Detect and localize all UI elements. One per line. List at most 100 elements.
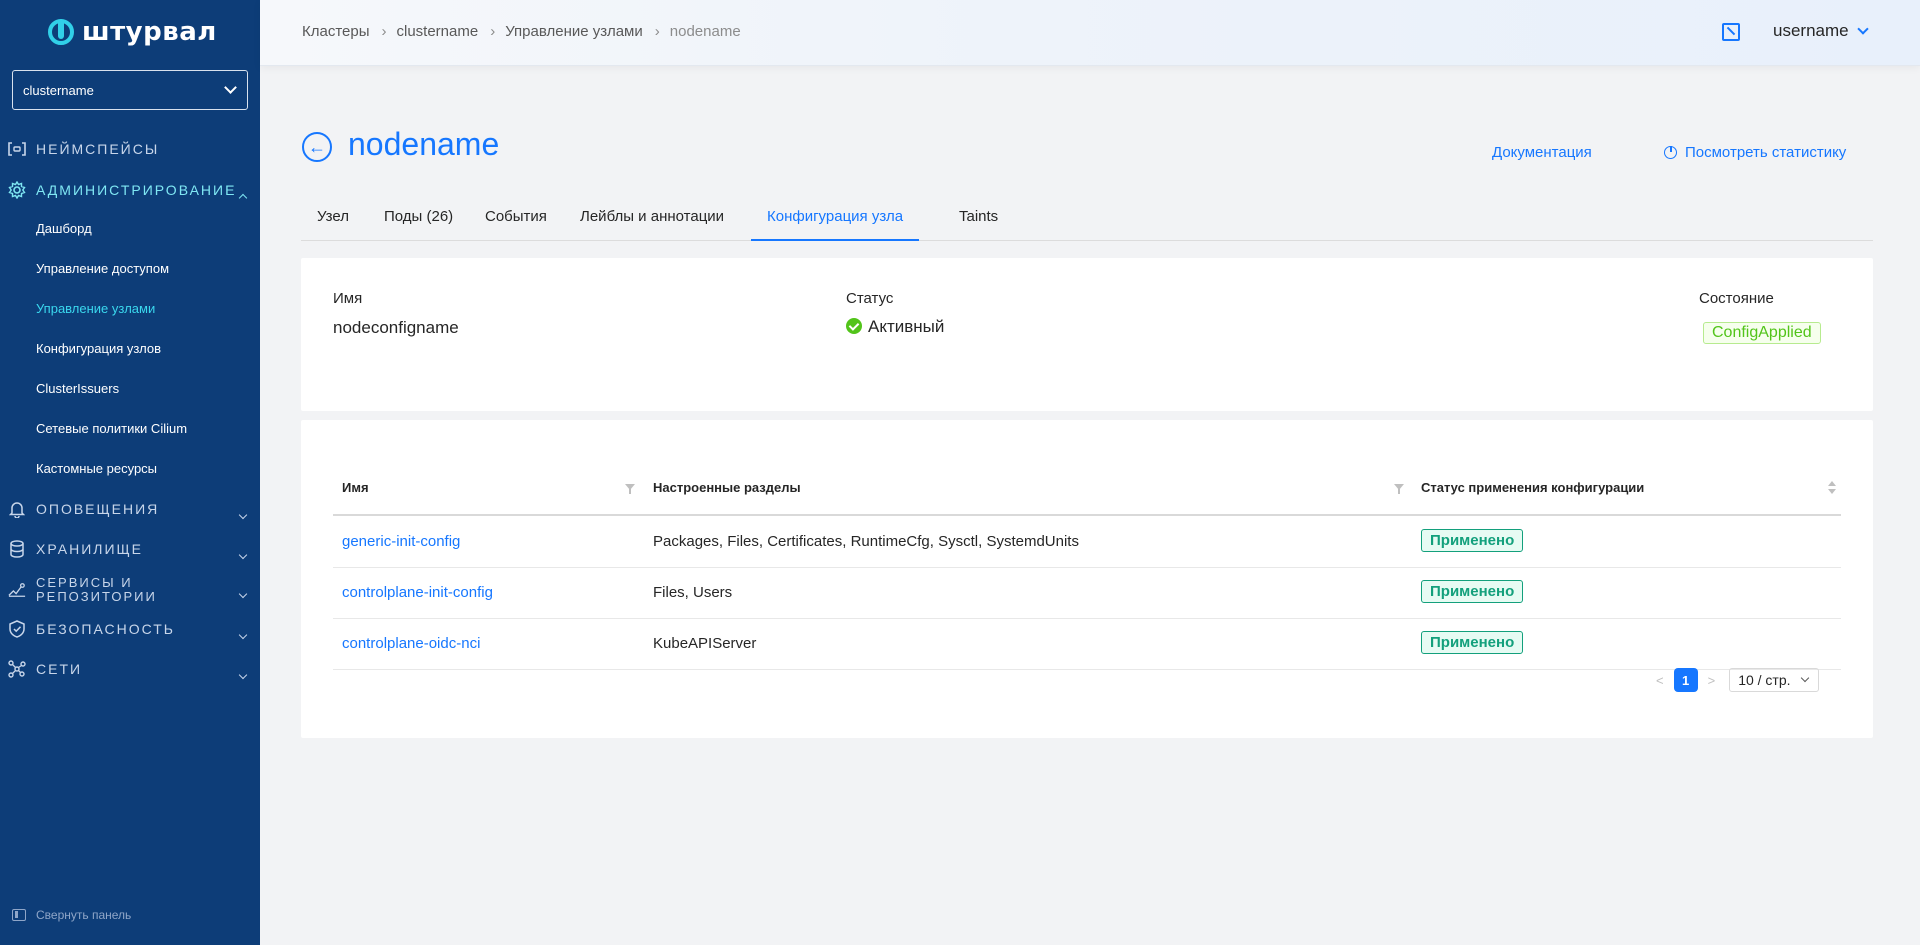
- sidebar-section-security[interactable]: БЕЗОПАСНОСТЬ: [0, 615, 260, 643]
- external-link-icon[interactable]: [1722, 23, 1740, 41]
- page-size-select[interactable]: 10 / стр.: [1729, 668, 1820, 692]
- tab-taints[interactable]: Taints: [943, 200, 1014, 241]
- gear-icon: [8, 181, 26, 199]
- config-sections: KubeAPIServer: [653, 635, 757, 652]
- collapse-panel-button[interactable]: Свернуть панель: [12, 908, 131, 922]
- sidebar-item-access[interactable]: Управление доступом: [36, 259, 169, 279]
- sort-icon[interactable]: [1828, 481, 1838, 495]
- namespaces-icon: [8, 140, 26, 158]
- sidebar-section-label: АДМИНИСТРИРОВАНИЕ: [36, 182, 237, 198]
- shield-icon: [8, 620, 26, 638]
- sidebar-section-storage[interactable]: ХРАНИЛИЩЕ: [0, 535, 260, 563]
- sidebar-section-label: ОПОВЕЩЕНИЯ: [36, 501, 160, 517]
- sidebar-section-namespaces[interactable]: НЕЙМСПЕЙСЫ: [0, 135, 260, 163]
- config-sections: Packages, Files, Certificates, RuntimeCf…: [653, 533, 1079, 550]
- tab-node-config[interactable]: Конфигурация узла: [751, 200, 920, 241]
- check-circle-icon: [846, 318, 862, 334]
- user-menu[interactable]: username: [1773, 21, 1869, 41]
- view-statistics-link[interactable]: Посмотреть статистику: [1664, 144, 1846, 161]
- breadcrumb-clusters[interactable]: Кластеры: [302, 23, 370, 40]
- status-badge: Применено: [1421, 580, 1524, 603]
- tab-node[interactable]: Узел: [301, 200, 365, 241]
- status-badge: Применено: [1421, 529, 1524, 552]
- config-sections: Files, Users: [653, 584, 733, 601]
- top-header: Кластеры › clustername › Управление узла…: [260, 0, 1920, 66]
- filter-icon[interactable]: [625, 484, 635, 494]
- status-label: Статус: [846, 290, 894, 307]
- breadcrumb-node-management[interactable]: Управление узлами: [505, 23, 643, 40]
- view-statistics-label: Посмотреть статистику: [1685, 144, 1847, 161]
- network-icon: [8, 660, 26, 678]
- arrow-left-icon: ←: [308, 136, 326, 157]
- logo-text: штурвал: [82, 17, 217, 47]
- status-text: Активный: [868, 317, 945, 336]
- state-badge: ConfigApplied: [1703, 322, 1821, 344]
- back-button[interactable]: ←: [302, 132, 332, 162]
- sidebar-section-label: БЕЗОПАСНОСТЬ: [36, 621, 175, 637]
- documentation-link[interactable]: Документация: [1492, 144, 1592, 161]
- sidebar: штурвал clustername НЕЙМСПЕЙСЫ АДМИНИСТР…: [0, 0, 260, 945]
- breadcrumb-cluster[interactable]: clustername: [397, 23, 479, 40]
- chevron-down-icon: [238, 665, 248, 681]
- table-row: generic-init-config Packages, Files, Cer…: [333, 517, 1841, 568]
- chevron-down-icon: [238, 505, 248, 521]
- chevron-down-icon: [238, 545, 248, 561]
- sidebar-section-networks[interactable]: СЕТИ: [0, 655, 260, 683]
- sidebar-section-administration[interactable]: АДМИНИСТРИРОВАНИЕ: [0, 176, 260, 204]
- sidebar-item-cilium-policies[interactable]: Сетевые политики Cilium: [36, 419, 187, 439]
- config-name-link[interactable]: controlplane-oidc-nci: [342, 635, 480, 652]
- page-number[interactable]: 1: [1673, 668, 1698, 692]
- bell-icon: [8, 500, 26, 518]
- sidebar-section-label-line1: СЕРВИСЫ И: [36, 575, 133, 590]
- breadcrumb-separator-icon: ›: [490, 23, 496, 40]
- table-row: controlplane-oidc-nci KubeAPIServer Прим…: [333, 619, 1841, 670]
- sidebar-item-nodes[interactable]: Управление узлами: [36, 299, 155, 319]
- state-label: Состояние: [1699, 290, 1774, 307]
- sidebar-item-dashboard[interactable]: Дашборд: [36, 219, 92, 239]
- database-icon: [8, 540, 26, 558]
- cluster-select-value: clustername: [23, 82, 94, 98]
- table-header: Имя Настроенные разделы Статус применени…: [333, 458, 1841, 516]
- sidebar-section-label: НЕЙМСПЕЙСЫ: [36, 141, 160, 157]
- breadcrumb-current: nodename: [669, 23, 741, 40]
- config-name-link[interactable]: controlplane-init-config: [342, 584, 493, 601]
- sidebar-section-services[interactable]: СЕРВИСЫ И РЕПОЗИТОРИИ: [0, 575, 260, 605]
- logo-icon: [48, 19, 74, 45]
- breadcrumb-separator-icon: ›: [654, 23, 660, 40]
- page-size-value: 10 / стр.: [1738, 672, 1791, 688]
- sidebar-section-label: СЕТИ: [36, 661, 83, 677]
- table-row: controlplane-init-config Files, Users Пр…: [333, 568, 1841, 619]
- sidebar-section-alerts[interactable]: ОПОВЕЩЕНИЯ: [0, 495, 260, 523]
- sidebar-section-label: ХРАНИЛИЩЕ: [36, 541, 143, 557]
- sidebar-section-label: СЕРВИСЫ И РЕПОЗИТОРИИ: [36, 576, 157, 604]
- breadcrumb-separator-icon: ›: [381, 23, 387, 40]
- sidebar-item-node-config[interactable]: Конфигурация узлов: [36, 339, 161, 359]
- column-header-name: Имя: [342, 480, 369, 495]
- column-header-status: Статус применения конфигурации: [1421, 480, 1645, 495]
- name-value: nodeconfigname: [333, 318, 459, 337]
- status-badge: Применено: [1421, 631, 1524, 654]
- sidebar-section-label-line2: РЕПОЗИТОРИИ: [36, 589, 157, 604]
- filter-icon[interactable]: [1394, 484, 1404, 494]
- tab-events[interactable]: События: [469, 200, 563, 241]
- page-title: nodename: [348, 126, 500, 162]
- prev-page-icon[interactable]: <: [1656, 673, 1664, 688]
- cluster-select[interactable]: clustername: [12, 70, 248, 110]
- chevron-down-icon: [1856, 22, 1869, 35]
- pagination: < 1 > 10 / стр.: [1656, 668, 1820, 692]
- chevron-down-icon: [1800, 673, 1810, 683]
- name-label: Имя: [333, 290, 363, 307]
- sidebar-item-custom-resources[interactable]: Кастомные ресурсы: [36, 459, 157, 479]
- sidebar-item-clusterissuers[interactable]: ClusterIssuers: [36, 379, 119, 399]
- tab-labels-annotations[interactable]: Лейблы и аннотации: [564, 200, 740, 241]
- tabs: Узел Поды (26) События Лейблы и аннотаци…: [301, 200, 1873, 241]
- chevron-down-icon: [238, 586, 248, 600]
- status-value: Активный: [846, 317, 944, 337]
- username: username: [1773, 21, 1849, 40]
- tab-pods[interactable]: Поды (26): [368, 200, 469, 241]
- collapse-panel-label: Свернуть панель: [36, 908, 132, 922]
- config-name-link[interactable]: generic-init-config: [342, 533, 460, 550]
- logo[interactable]: штурвал: [48, 16, 217, 48]
- next-page-icon[interactable]: >: [1708, 673, 1716, 688]
- pie-chart-icon: [1664, 146, 1677, 159]
